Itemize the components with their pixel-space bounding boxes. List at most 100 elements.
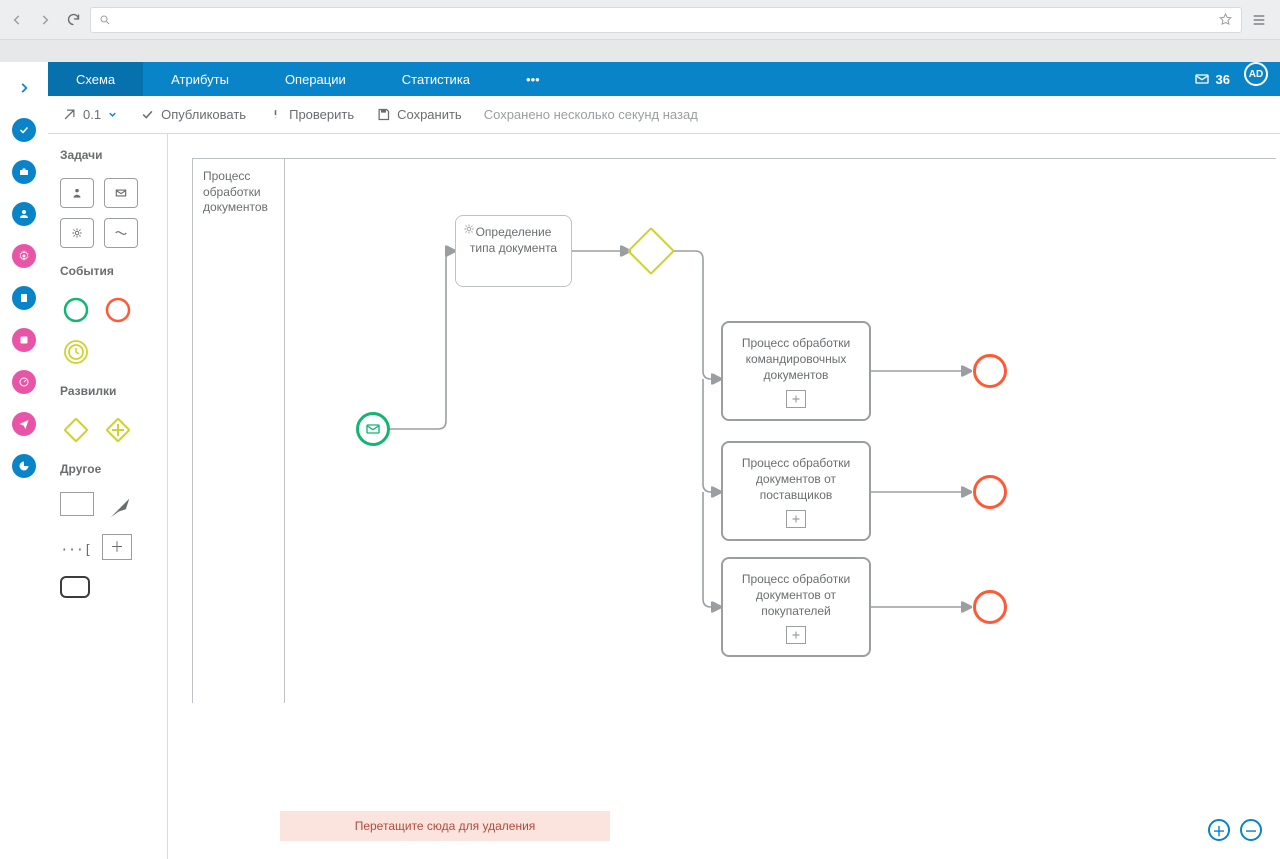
back-icon[interactable] — [6, 9, 28, 31]
avatar-text: AD — [1249, 69, 1263, 80]
shape-start-event[interactable] — [60, 294, 92, 326]
rail-gear-icon[interactable] — [12, 244, 36, 268]
reload-icon[interactable] — [62, 9, 84, 31]
avatar[interactable]: AD — [1244, 62, 1268, 86]
end-event-3[interactable] — [973, 590, 1007, 624]
save-icon — [376, 107, 391, 122]
shape-parallel-gateway[interactable] — [102, 414, 134, 446]
subprocess-label: Процесс обработки командировочных докуме… — [733, 335, 859, 384]
chevron-down-icon — [107, 109, 118, 120]
gear-icon — [462, 222, 476, 236]
canvas-wrap[interactable]: Процесс обработки документов — [168, 134, 1280, 859]
rail-check-icon[interactable] — [12, 118, 36, 142]
tab-label: Атрибуты — [171, 72, 229, 87]
canvas[interactable]: Процесс обработки документов — [192, 158, 1276, 703]
rail-doc-icon[interactable] — [12, 286, 36, 310]
more-icon: ••• — [526, 72, 540, 87]
hamburger-icon[interactable] — [1248, 9, 1270, 31]
shape-user-task[interactable] — [60, 178, 94, 208]
exclaim-icon — [268, 107, 283, 122]
gateway[interactable] — [634, 234, 668, 268]
subprocess-marker-icon — [786, 626, 806, 644]
shape-service-task[interactable] — [60, 218, 94, 248]
stage: Схема Атрибуты Операции Статистика ••• 3… — [0, 40, 1280, 859]
palette-group-gateways: Развилки — [60, 384, 155, 398]
search-icon — [99, 14, 111, 26]
subprocess-label: Процесс обработки документов от покупате… — [733, 571, 859, 620]
rail-pie-icon[interactable] — [12, 454, 36, 478]
shape-annotation-box[interactable] — [60, 492, 94, 516]
url-input[interactable] — [117, 11, 1212, 28]
browser-chrome — [0, 0, 1280, 40]
zoom-out-button[interactable]: － — [1240, 819, 1262, 841]
shape-send-task[interactable] — [104, 178, 138, 208]
subprocess-buyers[interactable]: Процесс обработки документов от покупате… — [721, 557, 871, 657]
zoom-in-button[interactable]: ＋ — [1208, 819, 1230, 841]
tab-schema[interactable]: Схема — [48, 62, 143, 96]
shape-end-event[interactable] — [102, 294, 134, 326]
palette-group-other: Другое — [60, 462, 155, 476]
save-label: Сохранить — [397, 107, 462, 122]
publish-button[interactable]: Опубликовать — [140, 107, 246, 122]
left-rail — [0, 62, 48, 859]
shape-timer-event[interactable] — [60, 336, 92, 368]
star-icon[interactable] — [1218, 12, 1233, 27]
task-define-type[interactable]: Определение типа документа — [455, 215, 572, 287]
delete-zone[interactable]: Перетащите сюда для удаления — [280, 811, 610, 841]
shape-script-task[interactable] — [104, 218, 138, 248]
mail-icon — [1194, 71, 1210, 87]
rail-user-icon[interactable] — [12, 202, 36, 226]
toolbar: 0.1 Опубликовать Проверить Сохранить Сох… — [48, 96, 1280, 134]
tab-more[interactable]: ••• — [498, 62, 568, 96]
end-event-1[interactable] — [973, 354, 1007, 388]
subprocess-label: Процесс обработки документов от поставщи… — [733, 455, 859, 504]
end-event-2[interactable] — [973, 475, 1007, 509]
mail-indicator[interactable]: 36 — [1180, 62, 1244, 96]
tab-operations[interactable]: Операции — [257, 62, 374, 96]
zoom-controls: ＋ － — [1208, 819, 1262, 841]
tab-statistics[interactable]: Статистика — [374, 62, 498, 96]
version-switcher[interactable]: 0.1 — [62, 107, 118, 122]
check-label: Проверить — [289, 107, 354, 122]
shape-subprocess[interactable]: ＋ — [102, 534, 132, 560]
rail-briefcase-icon[interactable] — [12, 160, 36, 184]
lane-label[interactable]: Процесс обработки документов — [193, 159, 285, 703]
tab-label: Схема — [76, 72, 115, 87]
publish-label: Опубликовать — [161, 107, 246, 122]
rail-puzzle-icon[interactable] — [12, 328, 36, 352]
save-button[interactable]: Сохранить — [376, 107, 462, 122]
url-bar[interactable] — [90, 7, 1242, 33]
subprocess-marker-icon — [786, 510, 806, 528]
palette-group-events: События — [60, 264, 155, 278]
shape-connector[interactable] — [104, 492, 136, 524]
main: Схема Атрибуты Операции Статистика ••• 3… — [48, 62, 1280, 859]
shape-rounded-rect[interactable] — [60, 576, 90, 598]
branch-icon — [62, 107, 77, 122]
tab-attributes[interactable]: Атрибуты — [143, 62, 257, 96]
mail-icon — [365, 421, 381, 437]
spacer — [568, 62, 1180, 96]
subprocess-suppliers[interactable]: Процесс обработки документов от поставщи… — [721, 441, 871, 541]
tabbar: Схема Атрибуты Операции Статистика ••• 3… — [48, 62, 1280, 96]
shape-exclusive-gateway[interactable] — [60, 414, 92, 446]
body: Задачи События Развилки — [48, 134, 1280, 859]
mail-count: 36 — [1216, 72, 1230, 87]
rail-collapse-icon[interactable] — [12, 76, 36, 100]
tab-label: Статистика — [402, 72, 470, 87]
delete-zone-label: Перетащите сюда для удаления — [355, 819, 536, 833]
rail-send-icon[interactable] — [12, 412, 36, 436]
shape-annotation[interactable]: ···[ — [60, 534, 92, 566]
task-label: Определение типа документа — [470, 225, 557, 255]
palette-group-tasks: Задачи — [60, 148, 155, 162]
save-status: Сохранено несколько секунд назад — [484, 107, 698, 122]
tab-label: Операции — [285, 72, 346, 87]
check-button[interactable]: Проверить — [268, 107, 354, 122]
forward-icon[interactable] — [34, 9, 56, 31]
palette: Задачи События Развилки — [48, 134, 168, 859]
rail-gauge-icon[interactable] — [12, 370, 36, 394]
subprocess-marker-icon — [786, 390, 806, 408]
subprocess-travel[interactable]: Процесс обработки командировочных докуме… — [721, 321, 871, 421]
check-icon — [140, 107, 155, 122]
version-label: 0.1 — [83, 107, 101, 122]
start-event[interactable] — [356, 412, 390, 446]
